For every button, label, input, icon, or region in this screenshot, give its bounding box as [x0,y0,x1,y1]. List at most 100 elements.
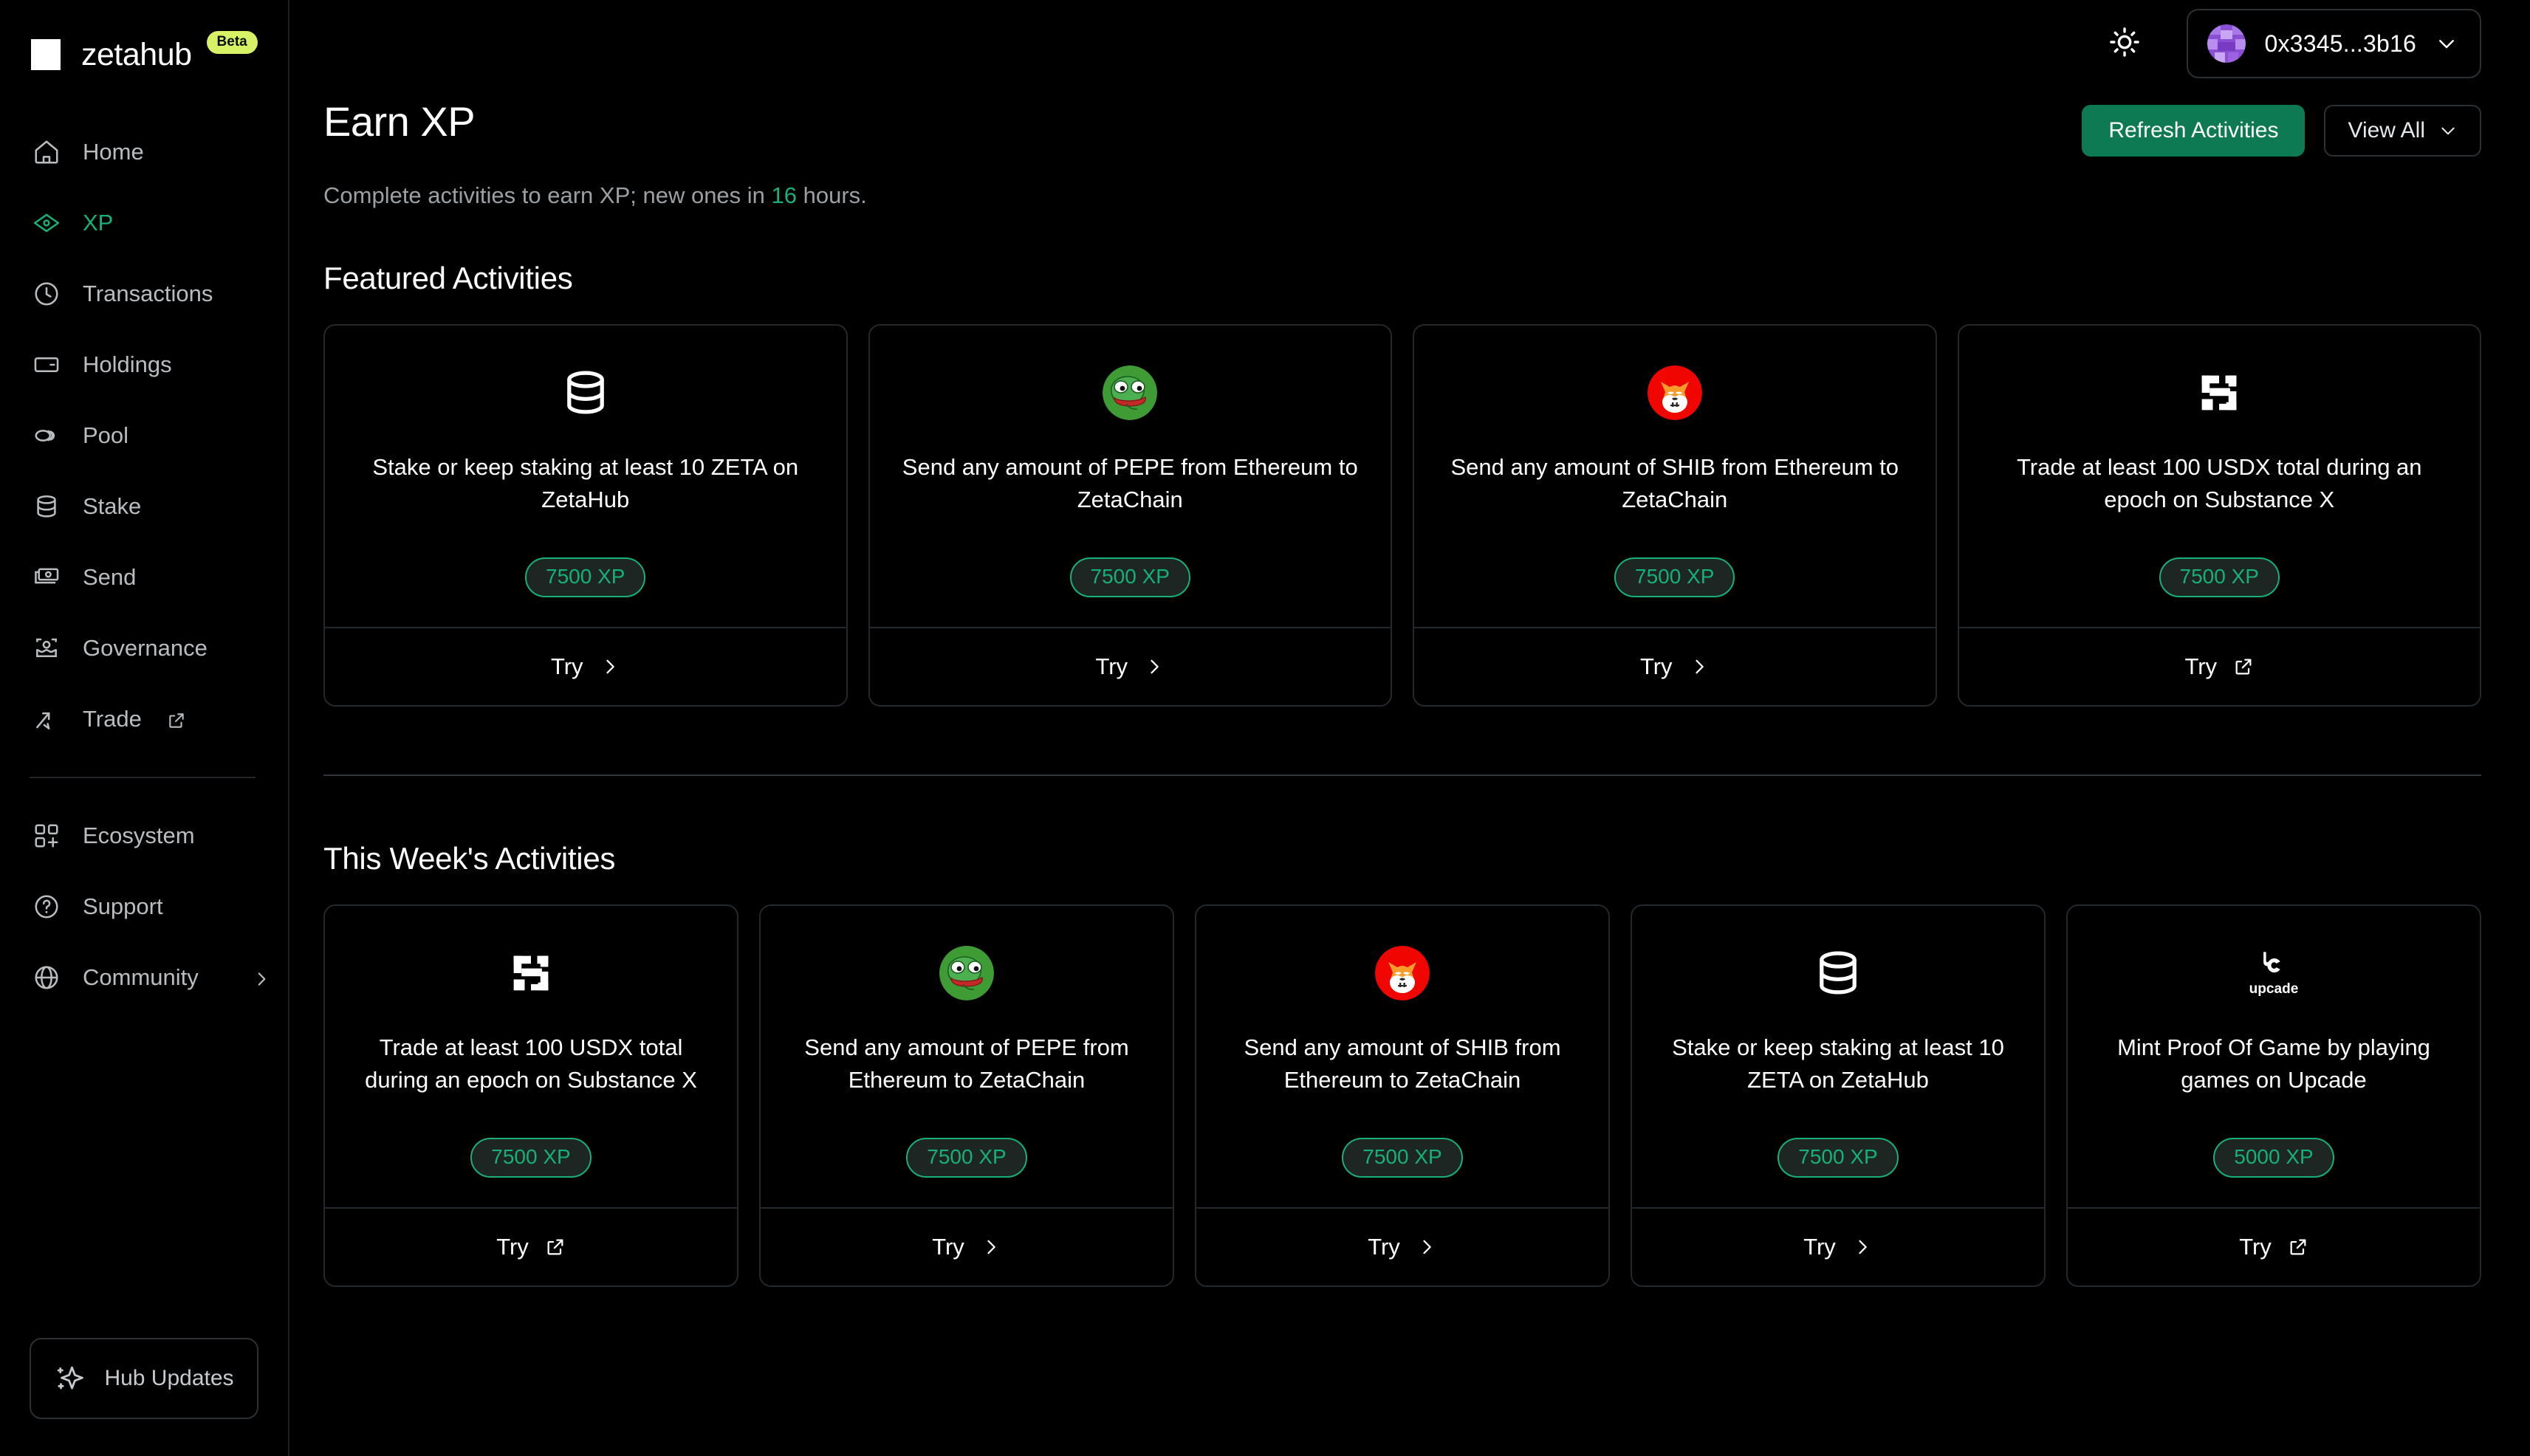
sidebar-item-support[interactable]: Support [0,871,288,942]
sidebar-item-label: Ecosystem [83,823,195,848]
brand[interactable]: zetahub Beta [0,0,288,81]
activity-description: Stake or keep staking at least 10 ZETA o… [1672,1034,2004,1093]
sidebar-item-home[interactable]: Home [0,117,288,188]
sidebar-item-label: Governance [83,635,208,661]
activity-description: Trade at least 100 USDX total during an … [365,1034,697,1093]
sidebar-item-label: Send [83,564,137,590]
activity-card-body: Send any amount of SHIB from Ethereum to… [1414,326,1936,627]
activity-description: Send any amount of PEPE from Ethereum to… [804,1034,1129,1093]
activity-card[interactable]: Send any amount of SHIB from Ethereum to… [1413,324,1937,707]
svg-text:upcade: upcade [2249,981,2299,997]
sidebar-item-xp[interactable]: XP [0,188,288,258]
chevron-right-icon [1144,656,1165,677]
sidebar-item-community[interactable]: Community [0,942,288,1013]
sidebar-item-pool[interactable]: Pool [0,400,288,471]
activity-card[interactable]: Stake or keep staking at least 10 ZETA o… [1631,904,2046,1287]
app-root: zetahub Beta Home XP Transactions Holdin… [0,0,2530,1456]
activity-card-body: Stake or keep staking at least 10 ZETA o… [1632,906,2044,1207]
sidebar-item-label: Community [83,964,199,990]
sidebar-item-ecosystem[interactable]: Ecosystem [0,800,288,871]
section-divider [323,775,2481,776]
sun-icon [2108,25,2142,63]
activity-card[interactable]: Send any amount of PEPE from Ethereum to… [759,904,1174,1287]
chevron-right-icon [252,968,271,987]
sidebar-item-label: Holdings [83,351,172,377]
theme-toggle-button[interactable] [2104,23,2145,64]
activity-try-button[interactable]: Try [325,1207,737,1285]
chevron-right-icon [981,1237,1001,1257]
view-all-button[interactable]: View All [2324,105,2481,157]
database-icon [32,492,61,521]
zetahub-z-logo-icon [30,38,62,72]
activity-card-body: Trade at least 100 USDX total during an … [1959,326,2481,627]
activity-description: Stake or keep staking at least 10 ZETA o… [372,454,799,513]
activity-card-body: Send any amount of PEPE from Ethereum to… [870,326,1391,627]
section-featured-activities: Featured Activities Stake or keep stakin… [289,261,2530,707]
activity-card[interactable]: Send any amount of SHIB from Ethereum to… [1195,904,1610,1287]
activity-description: Send any amount of SHIB from Ethereum to… [1450,454,1899,513]
external-link-icon [167,710,186,729]
chevron-right-icon [1852,1237,1873,1257]
section-title: This Week's Activities [323,841,616,876]
xp-badge: 5000 XP [2213,1138,2334,1178]
activity-card[interactable]: Send any amount of PEPE from Ethereum to… [868,324,1392,707]
activity-try-button[interactable]: Try [2068,1207,2480,1285]
activity-try-button[interactable]: Try [1414,627,1936,705]
banknote-icon [32,563,61,591]
sidebar-item-transactions[interactable]: Transactions [0,258,288,329]
question-circle-icon [32,893,61,921]
sidebar-item-send[interactable]: Send [0,542,288,613]
external-link-icon [2233,656,2254,677]
try-label: Try [1095,653,1128,679]
database-icon [557,364,614,422]
activity-try-button[interactable]: Try [761,1207,1173,1285]
grid-plus-icon [32,822,61,850]
activity-card[interactable]: Trade at least 100 USDX total during an … [1957,324,2481,707]
sparkle-icon [54,1363,85,1394]
try-label: Try [2239,1234,2272,1260]
activity-card-body: Trade at least 100 USDX total during an … [325,906,737,1207]
activity-card[interactable]: Stake or keep staking at least 10 ZETA o… [323,324,848,707]
page-header: Earn XP Complete activities to earn XP; … [289,97,2530,209]
xp-badge: 7500 XP [1777,1138,1899,1178]
view-all-label: View All [2348,118,2425,142]
activity-description: Send any amount of PEPE from Ethereum to… [902,454,1358,513]
activity-card[interactable]: Trade at least 100 USDX total during an … [323,904,738,1287]
sidebar-item-trade[interactable]: Trade [0,684,288,755]
chevron-down-icon [2435,32,2458,55]
activity-try-button[interactable]: Try [325,627,846,705]
xp-badge: 7500 XP [1342,1138,1463,1178]
xp-badge: 7500 XP [1614,557,1735,597]
upcade-icon: upcade [2245,944,2303,1002]
hub-updates-button[interactable]: Hub Updates [30,1338,258,1419]
refresh-activities-button[interactable]: Refresh Activities [2082,105,2306,157]
try-label: Try [1639,653,1673,679]
activity-try-button[interactable]: Try [1196,1207,1608,1285]
activity-description: Send any amount of SHIB from Ethereum to… [1244,1034,1561,1093]
try-label: Try [550,653,583,679]
section-title: Featured Activities [323,261,573,295]
activity-try-button[interactable]: Try [1632,1207,2044,1285]
sidebar-item-label: Trade [83,706,142,732]
activity-card[interactable]: upcade Mint Proof Of Game by playing gam… [2066,904,2481,1287]
activity-try-button[interactable]: Try [869,627,1391,705]
hub-updates-label: Hub Updates [104,1366,234,1390]
activity-description: Mint Proof Of Game by playing games on U… [2117,1034,2430,1093]
wallet-button[interactable]: 0x3345...3b16 [2186,9,2481,78]
shib-token-icon [1646,364,1704,422]
chevron-right-icon [600,656,620,677]
sidebar-item-governance[interactable]: Governance [0,613,288,684]
sidebar-item-holdings[interactable]: Holdings [0,329,288,400]
xp-badge: 7500 XP [906,1138,1027,1178]
page-subtitle: Complete activities to earn XP; new ones… [323,182,2481,209]
try-label: Try [1368,1234,1400,1260]
sidebar-item-label: Transactions [83,281,213,306]
activity-try-button[interactable]: Try [1958,627,2480,705]
globe-icon [32,964,61,992]
activity-card-body: Send any amount of PEPE from Ethereum to… [761,906,1173,1207]
sidebar-item-stake[interactable]: Stake [0,471,288,542]
sidebar-item-label: Support [83,893,163,919]
governance-icon [32,634,61,662]
primary-nav: Home XP Transactions Holdings Pool Stake… [0,117,288,755]
activity-description: Trade at least 100 USDX total during an … [2016,454,2422,513]
